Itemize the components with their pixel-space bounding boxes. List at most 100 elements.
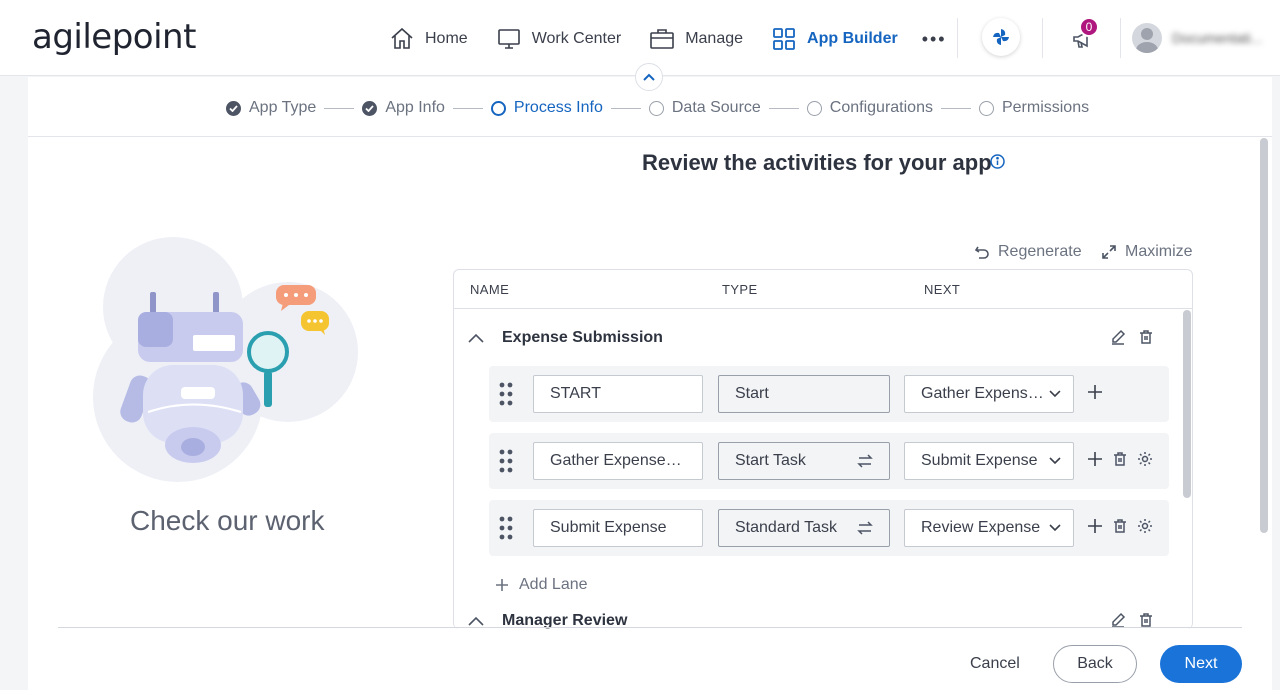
activity-type-value: Standard Task bbox=[735, 519, 837, 536]
robot-illustration bbox=[93, 237, 358, 482]
undo-icon bbox=[974, 246, 989, 259]
gear-icon[interactable] bbox=[1137, 518, 1153, 534]
next-activity-select[interactable]: Submit Expense bbox=[904, 442, 1074, 480]
activity-type-field: Start bbox=[718, 375, 890, 413]
row-tools bbox=[1087, 384, 1103, 400]
page-scrollbar[interactable] bbox=[1260, 138, 1268, 533]
swap-icon[interactable] bbox=[857, 454, 873, 468]
step-label: Permissions bbox=[1001, 99, 1090, 116]
wizard-panel: App Type App Info Process Info Data Sour… bbox=[28, 77, 1272, 690]
nav-work-center-label: Work Center bbox=[531, 30, 622, 47]
empty-circle-icon bbox=[806, 100, 822, 116]
activity-name-input[interactable]: START bbox=[533, 375, 703, 413]
nav-separator bbox=[1120, 18, 1121, 58]
drag-handle-icon[interactable] bbox=[499, 382, 513, 406]
activity-type-field[interactable]: Standard Task bbox=[718, 509, 890, 547]
step-connector bbox=[324, 107, 355, 109]
cancel-button[interactable]: Cancel bbox=[970, 655, 1020, 673]
activity-name-input[interactable]: Gather Expense Det bbox=[533, 442, 703, 480]
check-circle-icon bbox=[226, 100, 241, 116]
page-title: Review the activities for your app bbox=[642, 150, 992, 175]
monitor-icon bbox=[497, 29, 520, 49]
agilepoint-logo[interactable]: agilepoint bbox=[32, 17, 196, 57]
info-icon[interactable] bbox=[990, 154, 1005, 169]
nav-home[interactable]: Home bbox=[389, 26, 468, 52]
drag-handle-icon[interactable] bbox=[499, 449, 513, 473]
activity-type-value: Start Task bbox=[735, 452, 806, 469]
trash-icon[interactable] bbox=[1112, 451, 1128, 467]
maximize-button[interactable]: Maximize bbox=[1101, 242, 1193, 262]
column-header-type: TYPE bbox=[722, 282, 758, 297]
user-name[interactable]: Documentati... bbox=[1172, 30, 1262, 46]
activity-name-value: Gather Expense Det bbox=[550, 452, 686, 469]
add-icon[interactable] bbox=[1087, 451, 1103, 467]
chevron-down-icon bbox=[1049, 457, 1061, 465]
activity-name-input[interactable]: Submit Expense bbox=[533, 509, 703, 547]
step-configurations[interactable]: Configurations bbox=[806, 99, 933, 117]
pinwheel-icon bbox=[993, 29, 1009, 45]
nav-work-center[interactable]: Work Center bbox=[496, 26, 622, 52]
add-lane-label: Add Lane bbox=[519, 576, 588, 593]
chevron-up-icon bbox=[643, 73, 655, 81]
lane-tools bbox=[1110, 329, 1154, 345]
regenerate-button[interactable]: Regenerate bbox=[974, 242, 1082, 262]
stepper-divider bbox=[28, 136, 1272, 137]
collapse-header-button[interactable] bbox=[635, 63, 663, 91]
activity-name-value: Submit Expense bbox=[550, 519, 667, 536]
next-activity-value: Gather Expense... bbox=[921, 385, 1050, 402]
activity-row: START Start Gather Expense... bbox=[489, 366, 1169, 422]
step-app-info[interactable]: App Info bbox=[362, 99, 445, 117]
trash-icon[interactable] bbox=[1138, 612, 1154, 628]
briefcase-icon bbox=[650, 29, 675, 49]
main-nav: Home Work Center Manage App Builder ••• bbox=[389, 22, 947, 56]
drag-handle-icon[interactable] bbox=[499, 516, 513, 540]
nav-manage-label: Manage bbox=[685, 30, 744, 47]
current-step-circle-icon bbox=[490, 100, 506, 116]
step-permissions[interactable]: Permissions bbox=[978, 99, 1090, 117]
activities-table: NAME TYPE NEXT Expense Submission START … bbox=[453, 269, 1193, 629]
row-tools bbox=[1087, 451, 1153, 467]
regenerate-label: Regenerate bbox=[998, 243, 1082, 260]
back-button[interactable]: Back bbox=[1053, 645, 1137, 683]
step-connector bbox=[452, 107, 483, 109]
gear-icon[interactable] bbox=[1137, 451, 1153, 467]
step-connector bbox=[768, 107, 799, 109]
nav-manage[interactable]: Manage bbox=[649, 26, 743, 52]
step-data-source[interactable]: Data Source bbox=[648, 99, 761, 117]
step-label: App Info bbox=[385, 99, 445, 116]
add-icon bbox=[496, 579, 508, 591]
next-activity-select[interactable]: Gather Expense... bbox=[904, 375, 1074, 413]
user-avatar[interactable] bbox=[1132, 23, 1162, 53]
lane-header: Manager Review bbox=[468, 609, 627, 629]
chevron-down-icon bbox=[1049, 390, 1061, 398]
table-header: NAME TYPE NEXT bbox=[454, 270, 1192, 309]
chevron-down-icon bbox=[1049, 524, 1061, 532]
nav-app-builder[interactable]: App Builder bbox=[771, 26, 898, 52]
nav-app-builder-label: App Builder bbox=[807, 30, 898, 47]
trash-icon[interactable] bbox=[1138, 329, 1154, 345]
add-icon[interactable] bbox=[1087, 518, 1103, 534]
add-icon[interactable] bbox=[1087, 384, 1103, 400]
maximize-label: Maximize bbox=[1125, 243, 1193, 260]
lane-tools bbox=[1110, 612, 1154, 628]
home-icon bbox=[391, 27, 413, 49]
step-process-info[interactable]: Process Info bbox=[490, 99, 603, 117]
step-app-type[interactable]: App Type bbox=[226, 99, 316, 117]
illustration-caption: Check our work bbox=[130, 505, 325, 536]
trash-icon[interactable] bbox=[1112, 518, 1128, 534]
more-menu-icon[interactable]: ••• bbox=[922, 29, 947, 50]
activity-type-field[interactable]: Start Task bbox=[718, 442, 890, 480]
edit-icon[interactable] bbox=[1110, 612, 1126, 628]
chevron-up-icon[interactable] bbox=[468, 333, 484, 343]
swap-icon[interactable] bbox=[857, 521, 873, 535]
ai-assistant-button[interactable] bbox=[982, 18, 1020, 56]
column-header-name: NAME bbox=[470, 282, 510, 297]
next-activity-select[interactable]: Review Expense bbox=[904, 509, 1074, 547]
step-label: Configurations bbox=[829, 99, 933, 116]
next-button[interactable]: Next bbox=[1160, 645, 1242, 683]
step-label: Data Source bbox=[671, 99, 761, 116]
table-scrollbar[interactable] bbox=[1183, 310, 1191, 498]
add-lane-button[interactable]: Add Lane bbox=[495, 576, 588, 594]
edit-icon[interactable] bbox=[1110, 329, 1126, 345]
chevron-up-icon[interactable] bbox=[468, 616, 484, 626]
